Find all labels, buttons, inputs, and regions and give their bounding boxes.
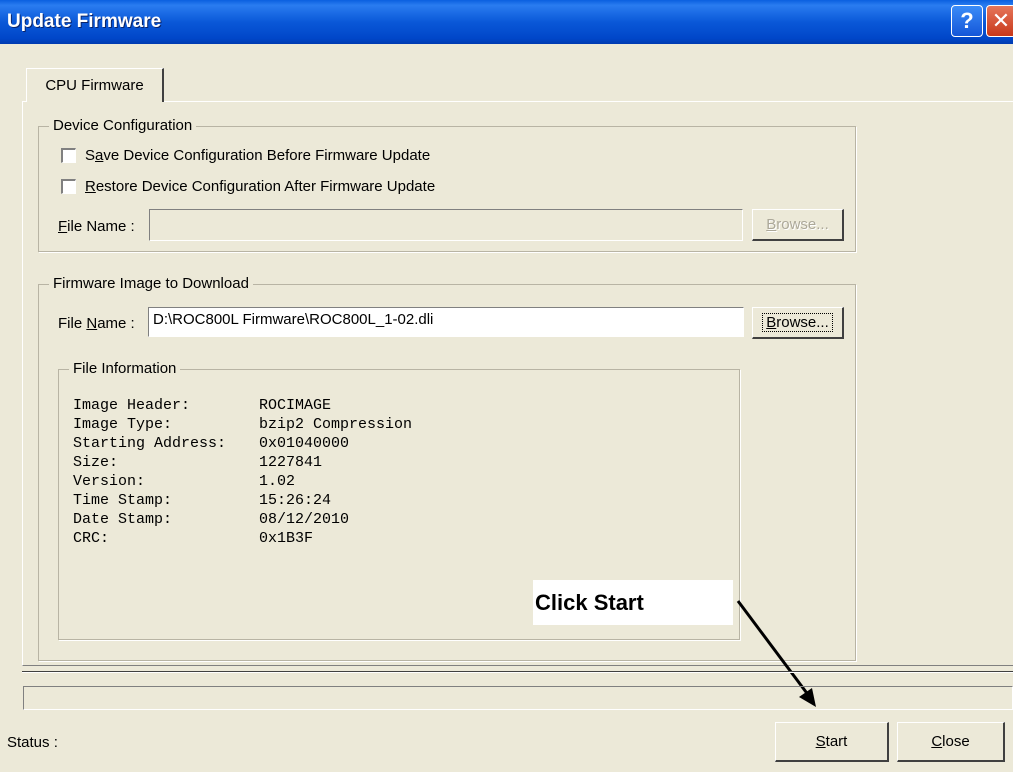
file-info-value: 1227841 bbox=[259, 454, 323, 471]
close-button[interactable]: Close bbox=[897, 722, 1005, 762]
device-configuration-group: Device Configuration Save Device Configu… bbox=[38, 117, 856, 252]
click-start-callout: Click Start bbox=[533, 580, 733, 625]
firmware-file-name-input[interactable]: D:\ROC800L Firmware\ROC800L_1-02.dli bbox=[148, 307, 744, 337]
file-info-value: 1.02 bbox=[259, 473, 296, 490]
close-icon: ✕ bbox=[991, 8, 1011, 33]
file-info-row: Image Header: bbox=[73, 397, 191, 414]
save-config-checkbox[interactable] bbox=[61, 148, 76, 163]
file-info-value: 15:26:24 bbox=[259, 492, 332, 509]
file-info-value: bzip2 Compression bbox=[259, 416, 413, 433]
tab-cpu-firmware[interactable]: CPU Firmware bbox=[26, 68, 164, 102]
status-label: Status : bbox=[7, 734, 58, 751]
firmware-file-name-label: File Name : bbox=[58, 315, 135, 332]
restore-config-checkbox[interactable] bbox=[61, 179, 76, 194]
file-info-value: 08/12/2010 bbox=[259, 511, 350, 528]
restore-config-label: Restore Device Configuration After Firmw… bbox=[85, 178, 436, 195]
window-title: Update Firmware bbox=[7, 11, 162, 32]
help-button[interactable]: ? bbox=[951, 5, 983, 37]
config-browse-button[interactable]: Browse... bbox=[752, 209, 844, 241]
group-legend: Device Configuration bbox=[49, 117, 197, 134]
footer-divider bbox=[22, 671, 1013, 673]
group-legend: Firmware Image to Download bbox=[49, 275, 253, 292]
file-info-row: Time Stamp: bbox=[73, 492, 173, 509]
firmware-browse-button[interactable]: Browse... bbox=[752, 307, 844, 339]
restore-config-checkbox-row[interactable]: Restore Device Configuration After Firmw… bbox=[61, 178, 435, 195]
start-button[interactable]: Start bbox=[775, 722, 889, 762]
file-info-row: Size: bbox=[73, 454, 119, 471]
title-bar[interactable]: Update Firmware ? ✕ bbox=[0, 0, 1013, 44]
window-close-button[interactable]: ✕ bbox=[986, 5, 1013, 37]
file-info-row: Version: bbox=[73, 473, 146, 490]
file-info-row: Starting Address: bbox=[73, 435, 227, 452]
help-icon: ? bbox=[960, 8, 974, 33]
save-config-checkbox-row[interactable]: Save Device Configuration Before Firmwar… bbox=[61, 147, 430, 164]
file-info-row: Image Type: bbox=[73, 416, 173, 433]
file-info-row: CRC: bbox=[73, 530, 110, 547]
progress-bar bbox=[23, 686, 1013, 710]
file-info-value: 0x1B3F bbox=[259, 530, 314, 547]
config-file-name-input[interactable] bbox=[149, 209, 743, 241]
tab-label: CPU Firmware bbox=[45, 77, 144, 94]
file-info-value: 0x01040000 bbox=[259, 435, 350, 452]
update-firmware-dialog: Update Firmware ? ✕ CPU Firmware Device … bbox=[0, 0, 1013, 772]
config-file-name-label: File Name : bbox=[58, 218, 135, 235]
save-config-label: Save Device Configuration Before Firmwar… bbox=[85, 147, 431, 164]
file-info-value: ROCIMAGE bbox=[259, 397, 332, 414]
group-legend: File Information bbox=[69, 360, 181, 377]
file-info-row: Date Stamp: bbox=[73, 511, 173, 528]
